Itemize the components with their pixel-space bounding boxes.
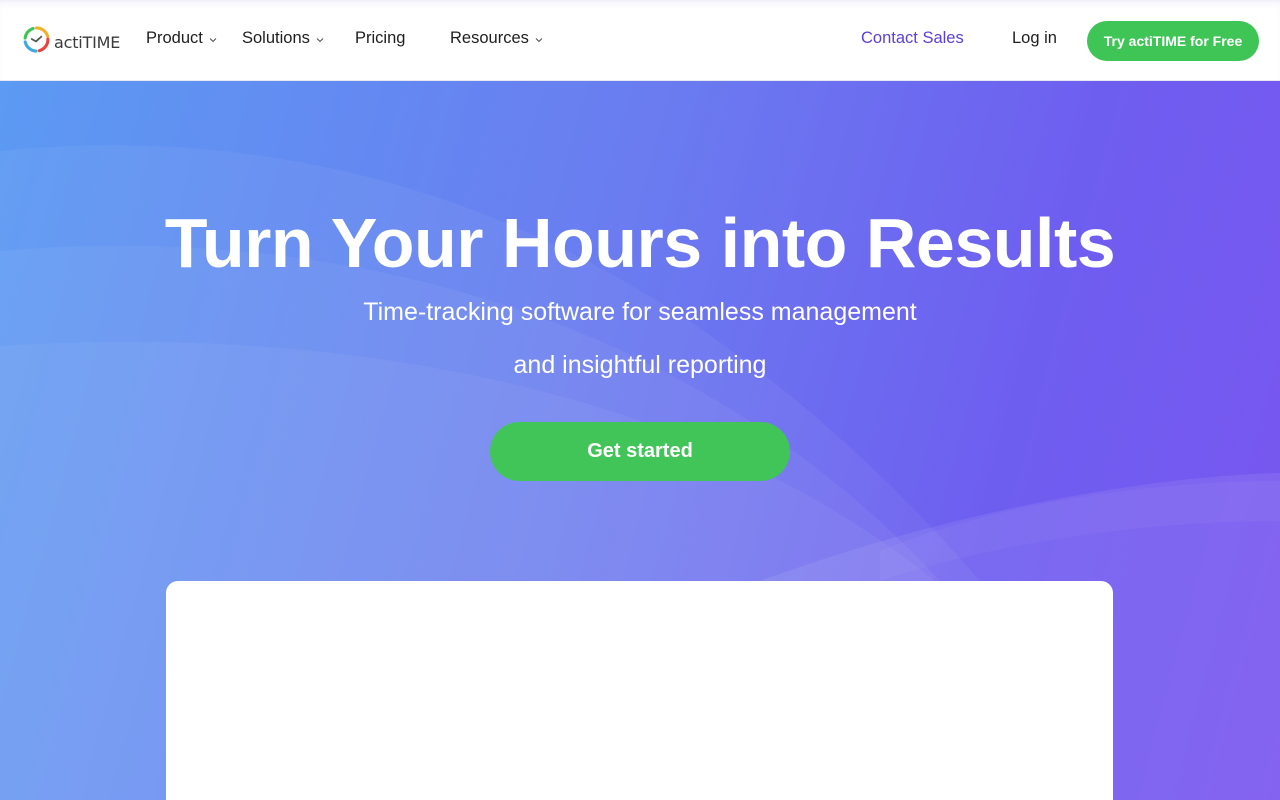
- log-in-link[interactable]: Log in: [1012, 29, 1057, 48]
- nav-item-product[interactable]: Product: [146, 29, 217, 48]
- hero-subtitle-line-1: Time-tracking software for seamless mana…: [363, 298, 917, 326]
- nav-item-solutions[interactable]: Solutions: [242, 29, 324, 48]
- nav-item-label: Solutions: [242, 29, 310, 47]
- hero-title: Turn Your Hours into Results: [164, 204, 1116, 282]
- site-header: actiTIME Product Solutions Pricing Resou…: [0, 0, 1280, 81]
- chevron-down-icon: [209, 36, 217, 44]
- chevron-down-icon: [316, 36, 324, 44]
- hero-subtitle-line-2: and insightful reporting: [513, 351, 767, 379]
- actitime-logo[interactable]: actiTIME: [23, 26, 120, 58]
- nav-item-resources[interactable]: Resources: [450, 29, 543, 48]
- hero-section: Turn Your Hours into Results Time-tracki…: [0, 81, 1280, 800]
- product-preview-card: [166, 581, 1113, 800]
- get-started-button[interactable]: Get started: [490, 422, 790, 481]
- chevron-down-icon: [535, 36, 543, 44]
- try-free-button[interactable]: Try actiTIME for Free: [1087, 21, 1259, 61]
- nav-item-pricing[interactable]: Pricing: [355, 29, 405, 48]
- nav-item-label: Product: [146, 29, 203, 47]
- contact-sales-link[interactable]: Contact Sales: [861, 29, 964, 48]
- logo-text: actiTIME: [54, 32, 121, 52]
- nav-item-label: Pricing: [355, 29, 406, 47]
- nav-item-label: Resources: [450, 29, 529, 47]
- actitime-clock-logo-icon: [23, 26, 50, 58]
